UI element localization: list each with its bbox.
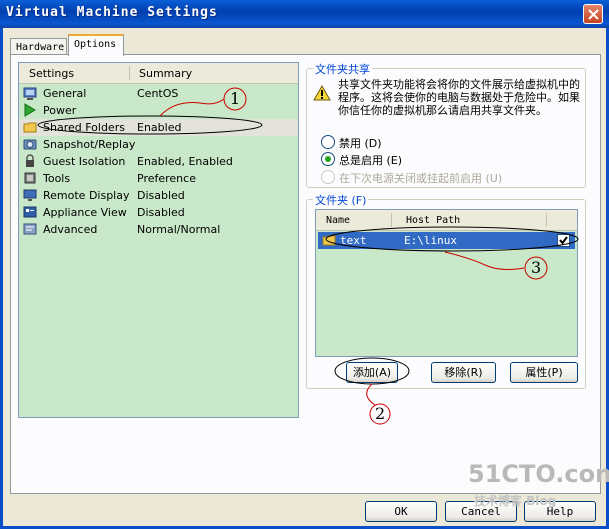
settings-list-header: Settings Summary (19, 63, 298, 84)
folder-row-name: text (340, 234, 367, 247)
settings-item-summary: Enabled, Enabled (137, 155, 233, 168)
close-icon (588, 9, 599, 20)
settings-item-summary: Enabled (137, 121, 182, 134)
window-title: Virtual Machine Settings (6, 5, 218, 20)
watermark-subtitle: 技术博客 Blog (474, 494, 557, 508)
title-bar[interactable]: Virtual Machine Settings (0, 0, 609, 28)
settings-item-name: Remote Display (43, 189, 130, 202)
checkmark-icon (559, 236, 568, 245)
settings-item-name: Advanced (43, 223, 98, 236)
settings-item-name: Power (43, 104, 77, 117)
close-button[interactable] (583, 4, 603, 24)
settings-item-name: Snapshot/Replay (43, 138, 136, 151)
tools-icon (24, 172, 36, 184)
shared-folders-icon (23, 122, 37, 133)
folders-title: 文件夹 (F) (313, 192, 369, 208)
warning-icon (313, 85, 331, 101)
watermark: 51CTO.com (468, 460, 609, 488)
column-divider (129, 66, 130, 80)
radio-until-power-off-label: 在下次电源关闭或挂起前启用 (U) (339, 172, 503, 185)
radio-disabled[interactable] (321, 135, 335, 149)
settings-item-summary: Disabled (137, 189, 185, 202)
settings-item-summary: Preference (137, 172, 196, 185)
settings-item-shared-folders[interactable]: Shared Folders Enabled (19, 119, 298, 136)
settings-item-power[interactable]: Power (19, 102, 298, 119)
radio-always-enabled-label[interactable]: 总是启用 (E) (339, 152, 402, 168)
snapshot-icon (23, 139, 37, 150)
column-header-name[interactable]: Name (326, 215, 350, 226)
annotation-number-1: 1 (230, 89, 241, 108)
settings-item-name: Tools (43, 172, 71, 185)
folder-enabled-checkbox[interactable] (557, 234, 570, 247)
settings-item-name: Shared Folders (43, 121, 125, 134)
appliance-icon (23, 206, 37, 218)
add-folder-button[interactable]: 添加(A) (346, 362, 398, 383)
settings-item-summary: Disabled (137, 206, 185, 219)
general-icon (23, 87, 37, 100)
settings-item-advanced[interactable]: Advanced Normal/Normal (19, 221, 298, 238)
settings-item-summary: CentOS (137, 87, 179, 100)
column-header-summary[interactable]: Summary (139, 67, 192, 80)
monitor-icon (23, 189, 37, 201)
column-divider (546, 213, 547, 227)
annotation-number-2: 2 (375, 404, 386, 423)
annotation-number-3: 3 (531, 258, 542, 277)
folder-properties-button[interactable]: 属性(P) (510, 362, 578, 383)
settings-item-general[interactable]: General CentOS (19, 85, 298, 102)
settings-item-name: Guest Isolation (43, 155, 126, 168)
ok-button[interactable]: OK (365, 501, 437, 522)
advanced-icon (23, 223, 37, 235)
settings-item-name: General (43, 87, 87, 100)
column-header-host-path[interactable]: Host Path (406, 215, 460, 226)
power-icon (24, 103, 36, 117)
radio-until-power-off (321, 170, 335, 184)
folder-row-host-path: E:\linux (404, 234, 457, 247)
column-header-settings[interactable]: Settings (29, 67, 74, 80)
folder-sharing-description: 共享文件夹功能将会将你的文件展示给虚拟机中的程序。这将会使你的电脑与数据处于危险… (338, 78, 580, 117)
settings-item-appliance-view[interactable]: Appliance View Disabled (19, 204, 298, 221)
settings-item-summary: Normal/Normal (137, 223, 221, 236)
radio-always-enabled[interactable] (321, 152, 335, 166)
settings-item-tools[interactable]: Tools Preference (19, 170, 298, 187)
remove-folder-button[interactable]: 移除(R) (431, 362, 496, 383)
folder-row[interactable]: text E:\linux (318, 232, 575, 249)
radio-disabled-label[interactable]: 禁用 (D) (339, 135, 382, 151)
settings-item-guest-isolation[interactable]: Guest Isolation Enabled, Enabled (19, 153, 298, 170)
settings-item-snapshot[interactable]: Snapshot/Replay (19, 136, 298, 153)
settings-item-name: Appliance View (43, 206, 127, 219)
vm-settings-window: Virtual Machine Settings Hardware Option… (0, 0, 609, 529)
window-frame-left (0, 28, 3, 529)
settings-item-remote-display[interactable]: Remote Display Disabled (19, 187, 298, 204)
lock-icon (26, 154, 34, 167)
column-divider (391, 213, 392, 227)
settings-list[interactable]: Settings Summary General CentOS Power Sh… (18, 62, 299, 418)
tab-options[interactable]: Options (68, 34, 124, 56)
folder-sharing-title: 文件夹共享 (313, 61, 372, 77)
folders-list[interactable]: Name Host Path text E:\linux (315, 209, 578, 357)
folders-list-header: Name Host Path (316, 210, 577, 231)
shared-folder-icon (322, 235, 336, 246)
